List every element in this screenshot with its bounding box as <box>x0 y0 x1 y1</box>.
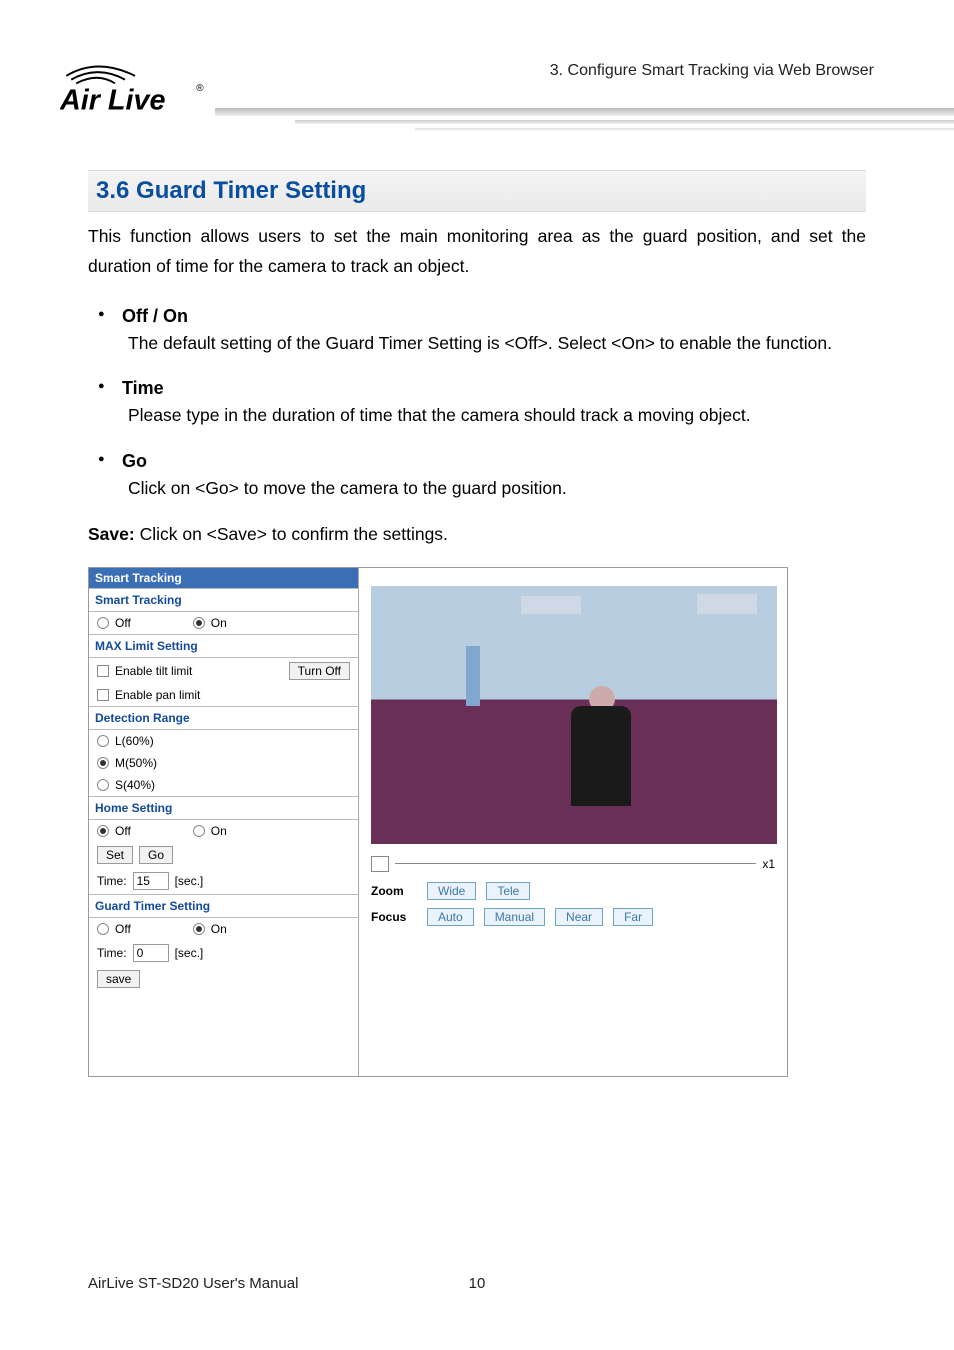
save-note: Save: Click on <Save> to confirm the set… <box>88 524 866 545</box>
home-off-radio[interactable] <box>97 825 109 837</box>
pan-limit-checkbox[interactable] <box>97 689 109 701</box>
home-time-input[interactable]: 15 <box>133 872 169 890</box>
home-on-label: On <box>211 824 227 838</box>
detection-range-heading: Detection Range <box>89 706 358 730</box>
save-label: Save: <box>88 524 135 544</box>
smart-tracking-off-radio[interactable] <box>97 617 109 629</box>
footer-left: AirLive ST-SD20 User's Manual <box>88 1275 457 1292</box>
breadcrumb: 3. Configure Smart Tracking via Web Brow… <box>550 62 874 80</box>
home-off-label: Off <box>115 824 131 838</box>
page-footer: AirLive ST-SD20 User's Manual 10 <box>88 1275 866 1292</box>
off-label: Off <box>115 616 131 630</box>
save-text: Click on <Save> to confirm the settings. <box>135 524 448 544</box>
tilt-limit-checkbox[interactable] <box>97 665 109 677</box>
embedded-ui: Smart Tracking Smart Tracking Off On MAX… <box>88 567 788 1077</box>
home-setting-heading: Home Setting <box>89 796 358 820</box>
panel-title: Smart Tracking <box>89 568 358 588</box>
focus-far-button[interactable]: Far <box>613 908 653 926</box>
focus-controls-row: Focus Auto Manual Near Far <box>371 908 653 926</box>
zoom-label: Zoom <box>371 884 417 898</box>
bullet-body: Click on <Go> to move the camera to the … <box>122 474 866 504</box>
detection-m-radio[interactable] <box>97 757 109 769</box>
guard-time-input[interactable]: 0 <box>133 944 169 962</box>
zoom-slider-track[interactable] <box>395 863 756 864</box>
focus-manual-button[interactable]: Manual <box>484 908 545 926</box>
focus-label: Focus <box>371 910 417 924</box>
bullet-body: The default setting of the Guard Timer S… <box>122 329 866 359</box>
guard-timer-heading: Guard Timer Setting <box>89 894 358 918</box>
smart-tracking-heading: Smart Tracking <box>89 588 358 612</box>
detection-l-label: L(60%) <box>115 734 154 748</box>
bullet-head: Time <box>122 378 866 399</box>
on-label: On <box>211 616 227 630</box>
bullet-head: Go <box>122 451 866 472</box>
guard-sec-label: [sec.] <box>175 946 204 960</box>
zoom-tele-button[interactable]: Tele <box>486 882 530 900</box>
zoom-slider-handle[interactable] <box>371 856 389 872</box>
pan-limit-label: Enable pan limit <box>115 688 200 702</box>
zoom-controls-row: Zoom Wide Tele <box>371 882 653 900</box>
bullet-off-on: Off / On The default setting of the Guar… <box>88 306 866 359</box>
section-intro: This function allows users to set the ma… <box>88 222 866 282</box>
home-time-label: Time: <box>97 874 127 888</box>
focus-auto-button[interactable]: Auto <box>427 908 474 926</box>
guard-on-label: On <box>211 922 227 936</box>
camera-preview <box>371 586 777 844</box>
detection-s-label: S(40%) <box>115 778 155 792</box>
smart-tracking-on-radio[interactable] <box>193 617 205 629</box>
detection-m-label: M(50%) <box>115 756 157 770</box>
svg-text:®: ® <box>196 83 204 94</box>
home-set-button[interactable]: Set <box>97 846 133 864</box>
guard-time-label: Time: <box>97 946 127 960</box>
logo: Air Live ® <box>60 58 210 125</box>
guard-off-radio[interactable] <box>97 923 109 935</box>
zoom-mag-label: x1 <box>762 857 775 871</box>
zoom-slider-row: x1 <box>371 856 775 872</box>
guard-off-label: Off <box>115 922 131 936</box>
max-limit-heading: MAX Limit Setting <box>89 634 358 658</box>
svg-text:Air Live: Air Live <box>60 85 165 117</box>
detection-s-radio[interactable] <box>97 779 109 791</box>
bullet-body: Please type in the duration of time that… <box>122 401 866 431</box>
detection-l-radio[interactable] <box>97 735 109 747</box>
tilt-limit-label: Enable tilt limit <box>115 664 192 678</box>
section-heading: 3.6 Guard Timer Setting <box>88 170 866 212</box>
bullet-time: Time Please type in the duration of time… <box>88 378 866 431</box>
bullet-go: Go Click on <Go> to move the camera to t… <box>88 451 866 504</box>
bullet-head: Off / On <box>122 306 866 327</box>
home-sec-label: [sec.] <box>175 874 204 888</box>
home-on-radio[interactable] <box>193 825 205 837</box>
guard-on-radio[interactable] <box>193 923 205 935</box>
home-go-button[interactable]: Go <box>139 846 173 864</box>
page-number: 10 <box>457 1275 497 1292</box>
save-button[interactable]: save <box>97 970 140 988</box>
header-divider <box>215 108 954 138</box>
zoom-wide-button[interactable]: Wide <box>427 882 476 900</box>
focus-near-button[interactable]: Near <box>555 908 603 926</box>
turn-off-button[interactable]: Turn Off <box>289 662 350 680</box>
